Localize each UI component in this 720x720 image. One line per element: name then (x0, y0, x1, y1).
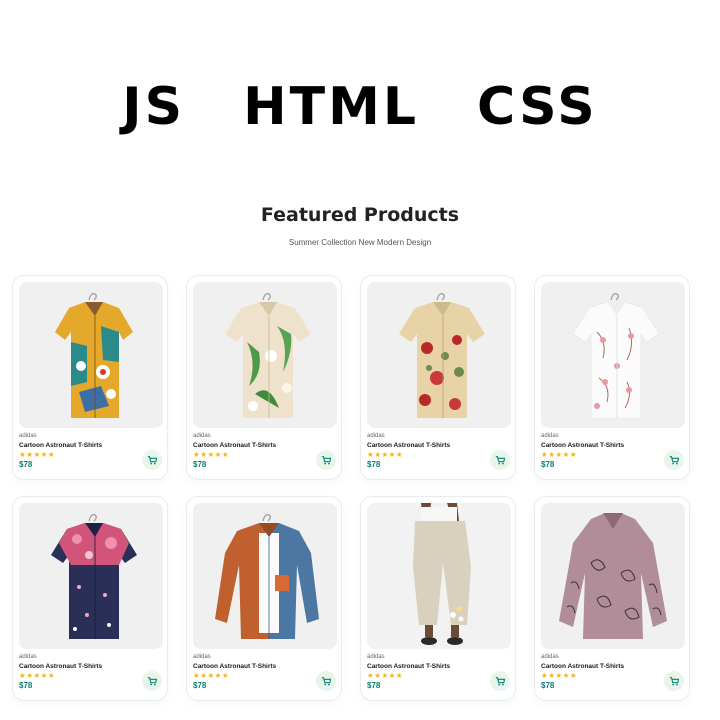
section-title: Featured Products (260, 204, 460, 226)
product-brand: adidas (19, 654, 37, 660)
product-brand: adidas (193, 654, 211, 660)
product-price: $78 (19, 681, 33, 690)
product-image[interactable] (541, 282, 685, 428)
product-card[interactable]: adidas Cartoon Astronaut T-Shirts ★★★★★ … (12, 275, 168, 480)
product-name[interactable]: Cartoon Astronaut T-Shirts (367, 442, 450, 449)
cart-icon (321, 677, 331, 686)
star-rating: ★★★★★ (19, 671, 56, 680)
hero-title: JS HTML CSS (0, 76, 720, 138)
product-name[interactable]: Cartoon Astronaut T-Shirts (19, 442, 102, 449)
product-card[interactable]: adidas Cartoon Astronaut T-Shirts ★★★★★ … (186, 496, 342, 701)
add-to-cart-button[interactable] (142, 671, 162, 691)
cart-icon (321, 456, 331, 465)
add-to-cart-button[interactable] (490, 450, 510, 470)
product-brand: adidas (193, 433, 211, 439)
cart-icon (147, 677, 157, 686)
add-to-cart-button[interactable] (664, 671, 684, 691)
hero-word-html: HTML (243, 77, 419, 137)
product-image[interactable] (19, 503, 163, 649)
product-image[interactable] (19, 282, 163, 428)
product-brand: adidas (367, 433, 385, 439)
cart-icon (147, 456, 157, 465)
product-name[interactable]: Cartoon Astronaut T-Shirts (19, 663, 102, 670)
product-card[interactable]: adidas Cartoon Astronaut T-Shirts ★★★★★ … (186, 275, 342, 480)
product-name[interactable]: Cartoon Astronaut T-Shirts (541, 442, 624, 449)
product-image[interactable] (193, 503, 337, 649)
product-name[interactable]: Cartoon Astronaut T-Shirts (541, 663, 624, 670)
hero-word-css: CSS (476, 77, 598, 137)
cart-icon (495, 677, 505, 686)
product-brand: adidas (367, 654, 385, 660)
product-brand: adidas (19, 433, 37, 439)
product-price: $78 (19, 460, 33, 469)
product-card[interactable]: adidas Cartoon Astronaut T-Shirts ★★★★★ … (360, 496, 516, 701)
add-to-cart-button[interactable] (316, 671, 336, 691)
product-price: $78 (541, 460, 555, 469)
product-grid: adidas Cartoon Astronaut T-Shirts ★★★★★ … (12, 275, 690, 701)
star-rating: ★★★★★ (193, 450, 230, 459)
product-image[interactable] (193, 282, 337, 428)
product-card[interactable]: adidas Cartoon Astronaut T-Shirts ★★★★★ … (534, 275, 690, 480)
product-price: $78 (367, 460, 381, 469)
product-price: $78 (367, 681, 381, 690)
product-brand: adidas (541, 654, 559, 660)
add-to-cart-button[interactable] (142, 450, 162, 470)
cart-icon (669, 456, 679, 465)
star-rating: ★★★★★ (367, 450, 404, 459)
product-name[interactable]: Cartoon Astronaut T-Shirts (193, 663, 276, 670)
add-to-cart-button[interactable] (316, 450, 336, 470)
star-rating: ★★★★★ (193, 671, 230, 680)
product-card[interactable]: adidas Cartoon Astronaut T-Shirts ★★★★★ … (534, 496, 690, 701)
star-rating: ★★★★★ (541, 450, 578, 459)
product-price: $78 (541, 681, 555, 690)
add-to-cart-button[interactable] (490, 671, 510, 691)
product-price: $78 (193, 681, 207, 690)
section-subtitle: Summer Collection New Modern Design (288, 238, 432, 247)
cart-icon (495, 456, 505, 465)
product-card[interactable]: adidas Cartoon Astronaut T-Shirts ★★★★★ … (360, 275, 516, 480)
star-rating: ★★★★★ (367, 671, 404, 680)
hero-word-js: JS (122, 77, 186, 137)
product-card[interactable]: adidas Cartoon Astronaut T-Shirts ★★★★★ … (12, 496, 168, 701)
product-price: $78 (193, 460, 207, 469)
star-rating: ★★★★★ (541, 671, 578, 680)
product-image[interactable] (541, 503, 685, 649)
product-brand: adidas (541, 433, 559, 439)
product-name[interactable]: Cartoon Astronaut T-Shirts (367, 663, 450, 670)
product-image[interactable] (367, 282, 511, 428)
product-image[interactable] (367, 503, 511, 649)
add-to-cart-button[interactable] (664, 450, 684, 470)
cart-icon (669, 677, 679, 686)
star-rating: ★★★★★ (19, 450, 56, 459)
product-name[interactable]: Cartoon Astronaut T-Shirts (193, 442, 276, 449)
